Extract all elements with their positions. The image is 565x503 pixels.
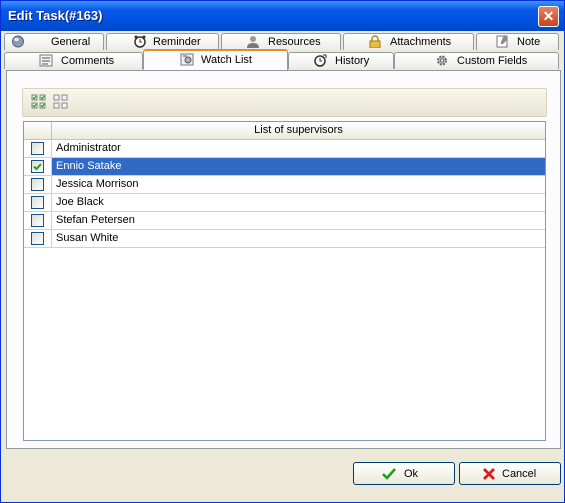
select-all-icon[interactable] [31,94,46,109]
alarm-clock-icon [134,35,146,48]
table-row[interactable]: Ennio Satake [24,158,545,176]
supervisor-name: Stefan Petersen [56,214,135,226]
close-icon: ✕ [542,8,555,24]
checkbox-cell [24,212,52,229]
check-icon [382,468,396,480]
row-checkbox[interactable] [31,214,44,227]
tab-label: Attachments [390,36,452,48]
window-title: Edit Task(#163) [8,8,103,23]
watch-list-panel: List of supervisors Administrator Ennio … [6,70,561,449]
watch-list-icon [180,53,194,66]
cancel-button[interactable]: Cancel [459,462,561,485]
tab-label: Note [517,36,541,48]
grid-header: List of supervisors [24,122,545,140]
table-row[interactable]: Joe Black [24,194,545,212]
close-button[interactable]: ✕ [538,6,559,27]
supervisor-name: Administrator [56,142,121,154]
deselect-all-icon[interactable] [53,94,68,109]
tab-history[interactable]: History [288,52,394,69]
cancel-button-label: Cancel [502,468,537,480]
title-bar[interactable]: Edit Task(#163) ✕ [1,1,564,31]
toolbar [22,88,547,117]
globe-icon [12,35,24,48]
header-check-column[interactable] [24,122,52,139]
tab-attachments[interactable]: Attachments [343,33,474,50]
tab-custom-fields[interactable]: Custom Fields [394,52,559,69]
checkbox-cell [24,140,52,157]
supervisor-name: Joe Black [56,196,104,208]
gear-icon [437,55,447,66]
tab-label: Resources [268,36,321,48]
checkbox-cell [24,176,52,193]
column-header-supervisors[interactable]: List of supervisors [52,124,545,136]
table-row[interactable]: Stefan Petersen [24,212,545,230]
tab-label: Custom Fields [457,55,528,67]
user-icon [247,36,259,48]
table-row[interactable]: Jessica Morrison [24,176,545,194]
cancel-x-icon [483,468,495,480]
tab-watch-list[interactable]: Watch List [143,49,288,70]
check-mark-icon [33,163,42,171]
table-row[interactable]: Administrator [24,140,545,158]
tab-label: General [51,36,91,48]
tab-label: Comments [61,55,115,67]
note-icon [496,35,508,48]
tab-comments[interactable]: Comments [4,52,143,69]
tab-note[interactable]: Note [476,33,559,50]
tab-reminder[interactable]: Reminder [106,33,219,50]
ok-button[interactable]: Ok [353,462,455,485]
tab-resources[interactable]: Resources [221,33,341,50]
padlock-icon [369,35,381,48]
edit-task-dialog: Edit Task(#163) ✕ General Reminder Resou… [0,0,565,503]
history-icon [314,54,327,67]
table-row[interactable]: Susan White [24,230,545,248]
supervisor-name: Jessica Morrison [56,178,139,190]
supervisor-name: Susan White [56,232,119,244]
tab-label: History [335,55,370,67]
tab-general[interactable]: General [4,33,104,50]
comments-icon [39,54,53,67]
supervisor-name: Ennio Satake [56,160,122,172]
checkbox-cell [24,194,52,211]
tab-label: Reminder [153,36,201,48]
row-checkbox[interactable] [31,142,44,155]
row-checkbox[interactable] [31,160,44,173]
supervisors-grid: List of supervisors Administrator Ennio … [23,121,546,441]
row-checkbox[interactable] [31,178,44,191]
checkbox-cell [24,158,52,175]
checkbox-cell [24,230,52,247]
row-checkbox[interactable] [31,196,44,209]
ok-button-label: Ok [404,468,419,480]
tab-label: Watch List [201,54,252,66]
row-checkbox[interactable] [31,232,44,245]
